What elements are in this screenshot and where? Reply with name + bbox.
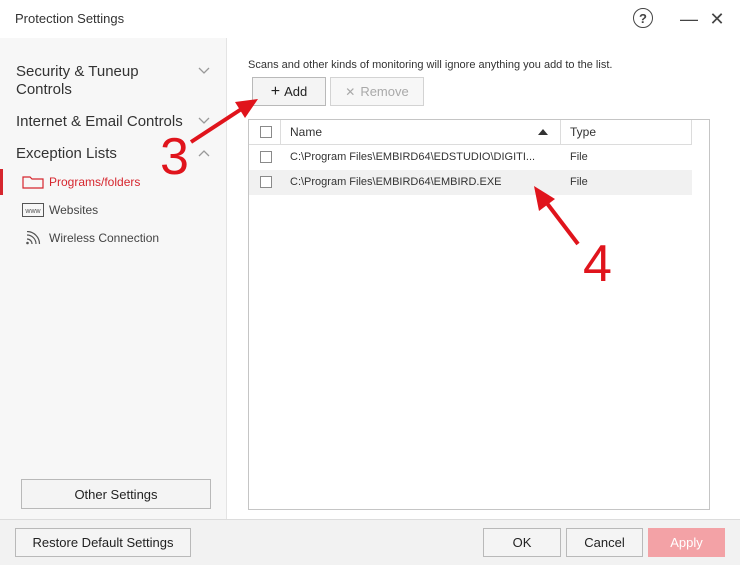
exception-list: Name Type C:\Program Files\EMBIRD64\EDST…: [248, 119, 710, 510]
close-icon[interactable]: ✕: [708, 8, 726, 30]
column-divider: [280, 120, 281, 145]
annotation-arrow-4: [534, 186, 580, 246]
annotation-arrow-3: [189, 99, 258, 144]
column-header-name[interactable]: Name: [290, 125, 322, 139]
row-type: File: [570, 151, 588, 163]
restore-default-settings-button[interactable]: Restore Default Settings: [15, 528, 191, 557]
row-name: C:\Program Files\EMBIRD64\EMBIRD.EXE: [290, 176, 502, 188]
sidebar-item-label: Wireless Connection: [49, 231, 160, 245]
plus-icon: +: [270, 82, 281, 100]
column-divider: [691, 120, 692, 145]
add-button-label: Add: [284, 84, 308, 99]
annotation-step-4: 4: [583, 235, 612, 293]
row-name: C:\Program Files\EMBIRD64\EDSTUDIO\DIGIT…: [290, 151, 536, 163]
description-text: Scans and other kinds of monitoring will…: [248, 59, 613, 71]
www-icon: www: [22, 203, 44, 217]
list-header: Name Type: [249, 120, 692, 145]
column-header-type[interactable]: Type: [570, 125, 596, 139]
remove-button-label: Remove: [360, 84, 409, 99]
sidebar-item-wireless-connection[interactable]: Wireless Connection: [22, 231, 159, 245]
sidebar-item-label: Websites: [49, 203, 99, 217]
list-row[interactable]: C:\Program Files\EMBIRD64\EMBIRD.EXE Fil…: [249, 170, 692, 195]
x-icon: ✕: [345, 84, 356, 99]
cancel-button[interactable]: Cancel: [566, 528, 643, 557]
window-title: Protection Settings: [15, 11, 125, 26]
help-icon[interactable]: ?: [633, 8, 653, 28]
sort-ascending-icon[interactable]: [538, 129, 548, 135]
column-divider: [560, 120, 561, 145]
category-security-tuneup[interactable]: Security & Tuneup Controls: [16, 63, 176, 99]
apply-button[interactable]: Apply: [648, 528, 725, 557]
remove-button[interactable]: ✕ Remove: [330, 77, 424, 106]
list-row[interactable]: C:\Program Files\EMBIRD64\EDSTUDIO\DIGIT…: [249, 145, 692, 170]
sidebar-item-websites[interactable]: www Websites: [22, 203, 98, 217]
svg-text:www: www: [24, 208, 41, 215]
minimize-icon[interactable]: —: [680, 8, 698, 30]
wifi-icon: [22, 231, 44, 245]
row-checkbox[interactable]: [260, 176, 272, 188]
chevron-down-icon[interactable]: [198, 67, 210, 75]
sidebar-item-programs-folders[interactable]: Programs/folders: [22, 175, 140, 189]
active-indicator: [0, 169, 3, 195]
title-bar: Protection Settings ? — ✕: [0, 0, 740, 38]
chevron-up-icon[interactable]: [198, 149, 210, 157]
ok-button[interactable]: OK: [483, 528, 561, 557]
sidebar-item-label: Programs/folders: [49, 175, 141, 189]
category-exception-lists[interactable]: Exception Lists: [16, 145, 117, 163]
folder-icon: [22, 175, 44, 189]
row-checkbox[interactable]: [260, 151, 272, 163]
other-settings-button[interactable]: Other Settings: [21, 479, 211, 509]
